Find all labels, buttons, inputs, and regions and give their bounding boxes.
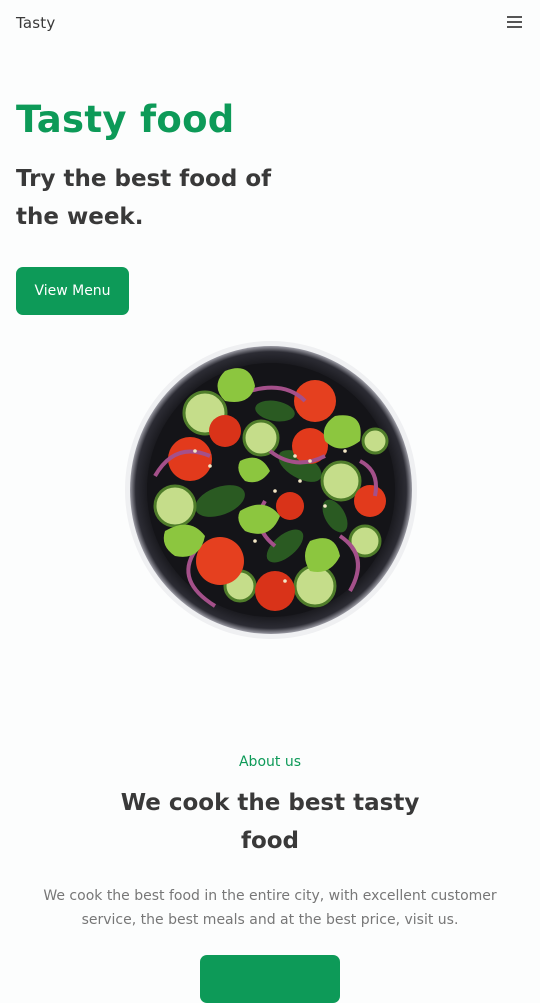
site-header: Tasty [0, 0, 540, 48]
hamburger-menu-icon[interactable] [507, 16, 522, 28]
about-kicker: About us [238, 754, 301, 770]
about-description: We cook the best food in the entire city… [43, 888, 497, 928]
view-menu-button[interactable]: View Menu [16, 267, 129, 315]
site-logo[interactable]: Tasty [16, 14, 55, 32]
menu-bar-middle [507, 21, 522, 23]
menu-bar-top [507, 16, 522, 18]
hero-subtitle: Try the best food of the week. [16, 166, 272, 230]
hero-title: Tasty food [16, 98, 235, 141]
salad-bowl-image [125, 341, 417, 639]
menu-bar-bottom [507, 26, 522, 28]
about-title: We cook the best tasty food [120, 790, 420, 854]
about-button[interactable] [200, 955, 340, 1003]
